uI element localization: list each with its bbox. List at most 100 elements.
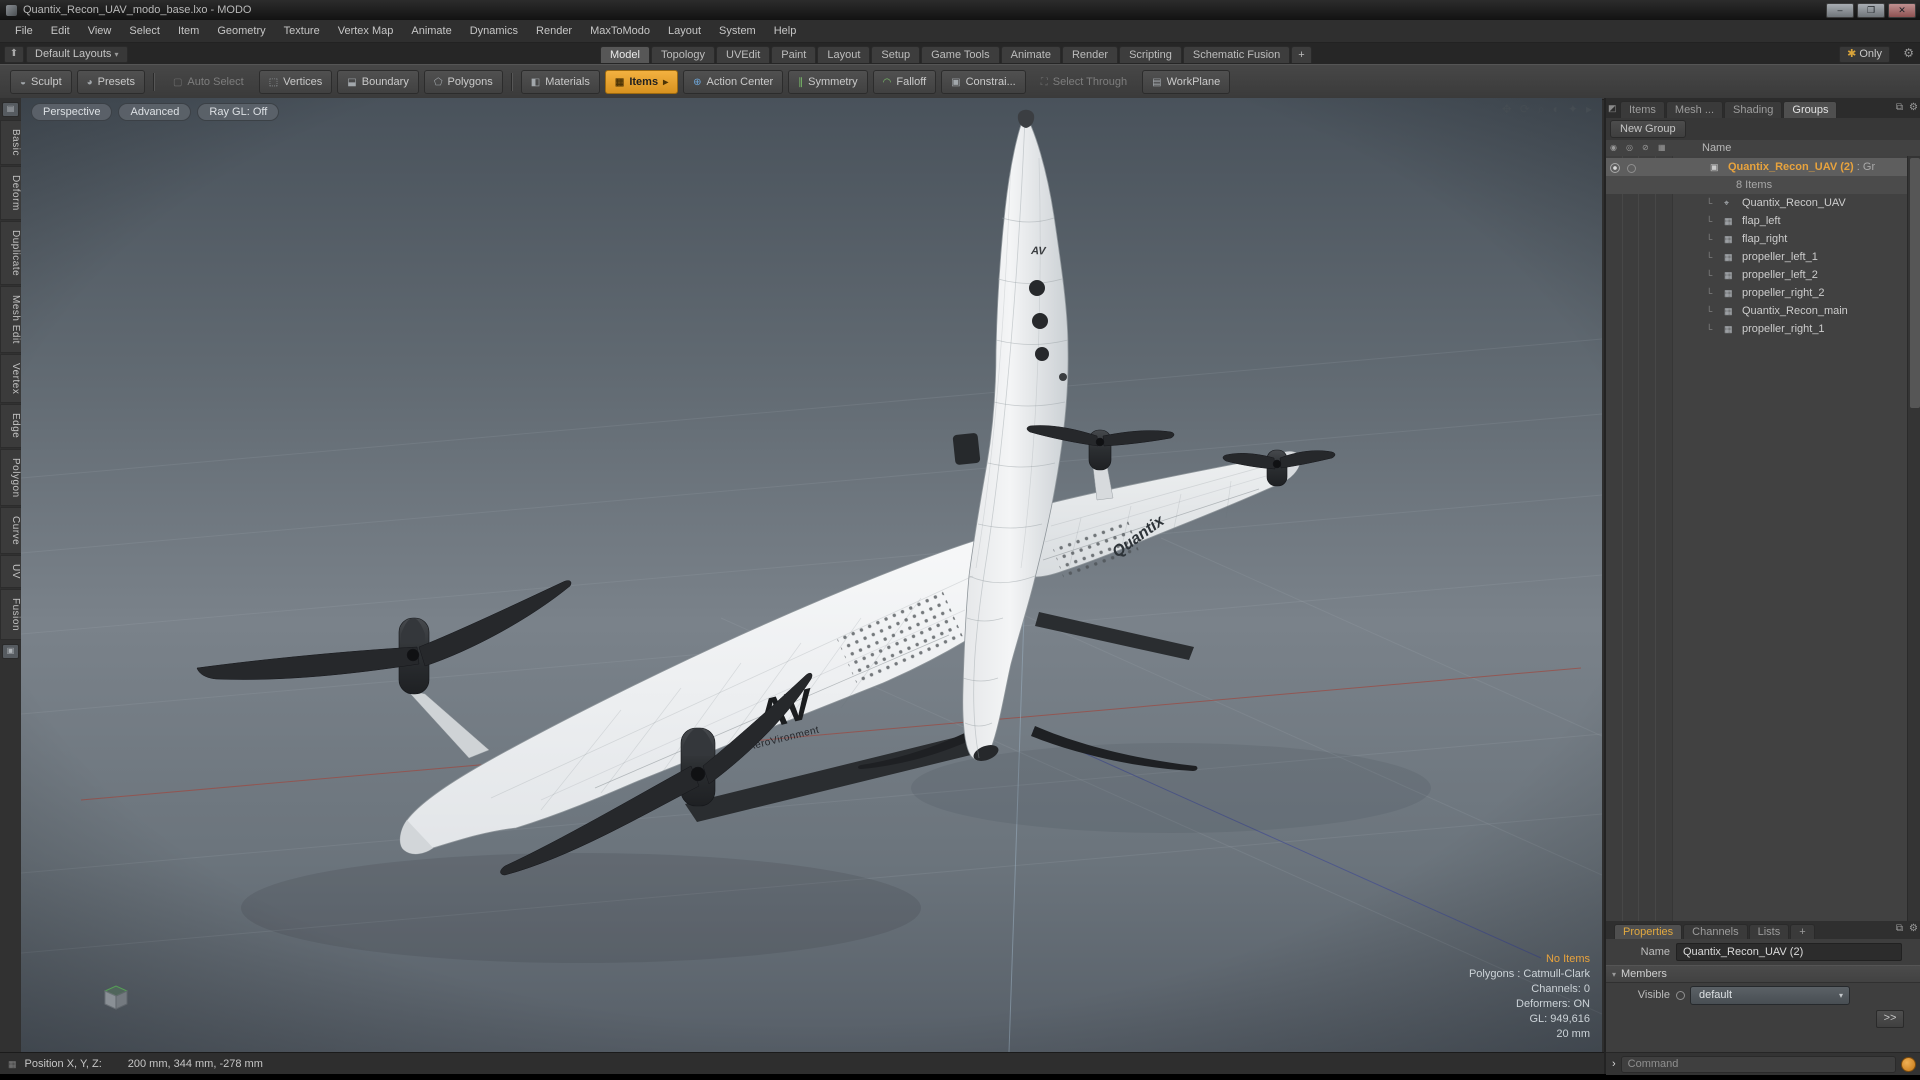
tab-uvedit[interactable]: UVEdit — [716, 46, 771, 63]
tab-animate[interactable]: Animate — [1000, 46, 1061, 63]
add-tab-button[interactable]: + — [1790, 924, 1815, 939]
tree-row[interactable]: └ ▦ Quantix_Recon_main — [1606, 302, 1908, 320]
workplane-button[interactable]: ▤ WorkPlane — [1142, 70, 1231, 94]
gear-icon[interactable]: ⚙ — [1909, 102, 1918, 113]
menu-item[interactable]: Item — [169, 25, 208, 37]
tree-row[interactable]: └ ▦ propeller_left_1 — [1606, 248, 1908, 266]
viewport-3d[interactable]: AV AeroVironment Quantix AV — [21, 98, 1602, 1052]
channel-dot-icon[interactable] — [1676, 990, 1685, 1000]
tab-channels[interactable]: Channels — [1683, 924, 1748, 939]
popout-icon[interactable]: ⧉ — [1896, 923, 1903, 934]
tab-model[interactable]: Model — [600, 46, 650, 63]
menu-item[interactable]: System — [710, 25, 765, 37]
select-through-button[interactable]: ⛶ Select Through — [1031, 70, 1137, 94]
vertices-button[interactable]: ⬚ Vertices — [258, 70, 333, 94]
perspective-button[interactable]: Perspective — [31, 103, 113, 121]
menu-item[interactable]: Vertex Map — [329, 25, 403, 37]
layout-up-icon[interactable]: ⬆ — [4, 46, 24, 63]
palette-icon[interactable]: ▤ — [2, 102, 19, 117]
raygl-button[interactable]: Ray GL: Off — [197, 103, 280, 121]
visible-dropdown[interactable]: default ▾ — [1690, 985, 1850, 1005]
tab-game-tools[interactable]: Game Tools — [921, 46, 1000, 63]
cube-icon[interactable]: ▦ — [1658, 143, 1666, 152]
tab-paint[interactable]: Paint — [771, 46, 817, 63]
more-icon[interactable]: ▸ — [1586, 102, 1592, 117]
action-center-button[interactable]: ⊕ Action Center — [683, 70, 784, 94]
group-label[interactable]: Quantix_Recon_UAV (2) : Gr — [1728, 161, 1875, 173]
pan-icon[interactable]: ✥ — [1502, 102, 1512, 117]
package-icon[interactable]: ▣ — [2, 644, 19, 660]
left-tab-fusion[interactable]: Fusion — [0, 589, 22, 641]
menu-item[interactable]: Dynamics — [461, 25, 527, 37]
shade-dot-icon[interactable]: ◎ — [1626, 143, 1633, 152]
name-column-header[interactable]: Name — [1702, 142, 1731, 154]
tab-groups[interactable]: Groups — [1783, 101, 1838, 118]
viewport-canvas[interactable]: AV AeroVironment Quantix AV — [21, 98, 1602, 1052]
minimize-button[interactable]: – — [1826, 3, 1854, 18]
constraints-button[interactable]: ▣ Constrai... — [941, 70, 1026, 94]
menu-item[interactable]: View — [79, 25, 121, 37]
only-button[interactable]: ✱ Only — [1839, 46, 1890, 63]
command-input[interactable] — [1620, 1055, 1896, 1073]
menu-item[interactable]: Help — [765, 25, 806, 37]
sculpt-button[interactable]: ◒ Sculpt — [10, 70, 72, 94]
left-tab-vertex[interactable]: Vertex — [0, 353, 22, 404]
add-tab-button[interactable]: + — [1291, 46, 1312, 63]
tree-row[interactable]: └ ▦ propeller_left_2 — [1606, 266, 1908, 284]
popout-icon[interactable]: ⧉ — [1896, 102, 1903, 113]
menu-item[interactable]: Edit — [42, 25, 79, 37]
menu-item[interactable]: Select — [120, 25, 169, 37]
tab-setup[interactable]: Setup — [871, 46, 921, 63]
tab-mesh[interactable]: Mesh ... — [1665, 101, 1724, 118]
menu-item[interactable]: Layout — [659, 25, 710, 37]
tree-row-group[interactable]: ▣ Quantix_Recon_UAV (2) : Gr — [1606, 158, 1908, 176]
tab-items[interactable]: Items — [1620, 101, 1665, 118]
default-layouts-button[interactable]: Default Layouts ▾ — [26, 46, 128, 63]
new-group-button[interactable]: New Group — [1610, 120, 1686, 138]
tree-row[interactable]: └ ▦ propeller_right_2 — [1606, 284, 1908, 302]
tree-row[interactable]: └ ▦ flap_right — [1606, 230, 1908, 248]
items-button[interactable]: ▦ Items ▸ — [604, 70, 679, 94]
close-button[interactable]: ✕ — [1888, 3, 1916, 18]
menu-item[interactable]: Texture — [275, 25, 329, 37]
left-tab-edge[interactable]: Edge — [0, 404, 22, 448]
spark-icon[interactable]: ✦ — [1568, 102, 1578, 117]
left-tab-curve[interactable]: Curve — [0, 507, 22, 555]
materials-button[interactable]: ◧ Materials — [520, 70, 600, 94]
menu-item[interactable]: Render — [527, 25, 581, 37]
eye-icon[interactable]: ◉ — [1610, 143, 1617, 152]
left-tab-polygon[interactable]: Polygon — [0, 448, 22, 507]
shade-icon[interactable]: ◐ — [1553, 102, 1560, 117]
tab-properties[interactable]: Properties — [1614, 924, 1683, 939]
tab-render[interactable]: Render — [1061, 46, 1119, 63]
tab-layout[interactable]: Layout — [817, 46, 871, 63]
tree-scrollbar[interactable] — [1907, 156, 1920, 921]
tree-row[interactable]: └ ▦ propeller_right_1 — [1606, 320, 1908, 338]
falloff-button[interactable]: ◠ Falloff — [872, 70, 937, 94]
members-section-header[interactable]: ▾ Members — [1606, 965, 1920, 983]
gear-icon[interactable]: ⚙ — [1909, 923, 1918, 934]
expand-button[interactable]: >> — [1876, 1010, 1904, 1028]
tree-row[interactable]: └ ⌖ Quantix_Recon_UAV — [1606, 194, 1908, 212]
advanced-button[interactable]: Advanced — [118, 103, 192, 121]
tab-schematic-fusion[interactable]: Schematic Fusion — [1182, 46, 1291, 63]
left-tab-duplicate[interactable]: Duplicate — [0, 220, 22, 285]
rotate-icon[interactable]: ⟳ — [1520, 102, 1530, 117]
menu-item[interactable]: MaxToModo — [581, 25, 659, 37]
name-field[interactable] — [1676, 943, 1902, 961]
gear-icon[interactable]: ⚙ — [1903, 46, 1914, 60]
scrollbar-thumb[interactable] — [1910, 158, 1920, 408]
left-tab-uv[interactable]: UV — [0, 555, 22, 589]
presets-button[interactable]: ◕ Presets — [76, 70, 145, 94]
maximize-button[interactable]: ❐ — [1857, 3, 1885, 18]
left-tab-basic[interactable]: Basic — [0, 120, 22, 165]
tab-scripting[interactable]: Scripting — [1119, 46, 1182, 63]
menu-item[interactable]: Animate — [402, 25, 460, 37]
menu-item[interactable]: Geometry — [208, 25, 274, 37]
tree-row[interactable]: └ ▦ flap_left — [1606, 212, 1908, 230]
eye-icon[interactable] — [1610, 163, 1620, 173]
left-tab-mesh-edit[interactable]: Mesh Edit — [0, 285, 22, 353]
shade-dot-icon[interactable] — [1627, 164, 1636, 173]
record-macro-icon[interactable] — [1901, 1056, 1916, 1072]
command-prompt-icon[interactable]: › — [1612, 1058, 1616, 1070]
